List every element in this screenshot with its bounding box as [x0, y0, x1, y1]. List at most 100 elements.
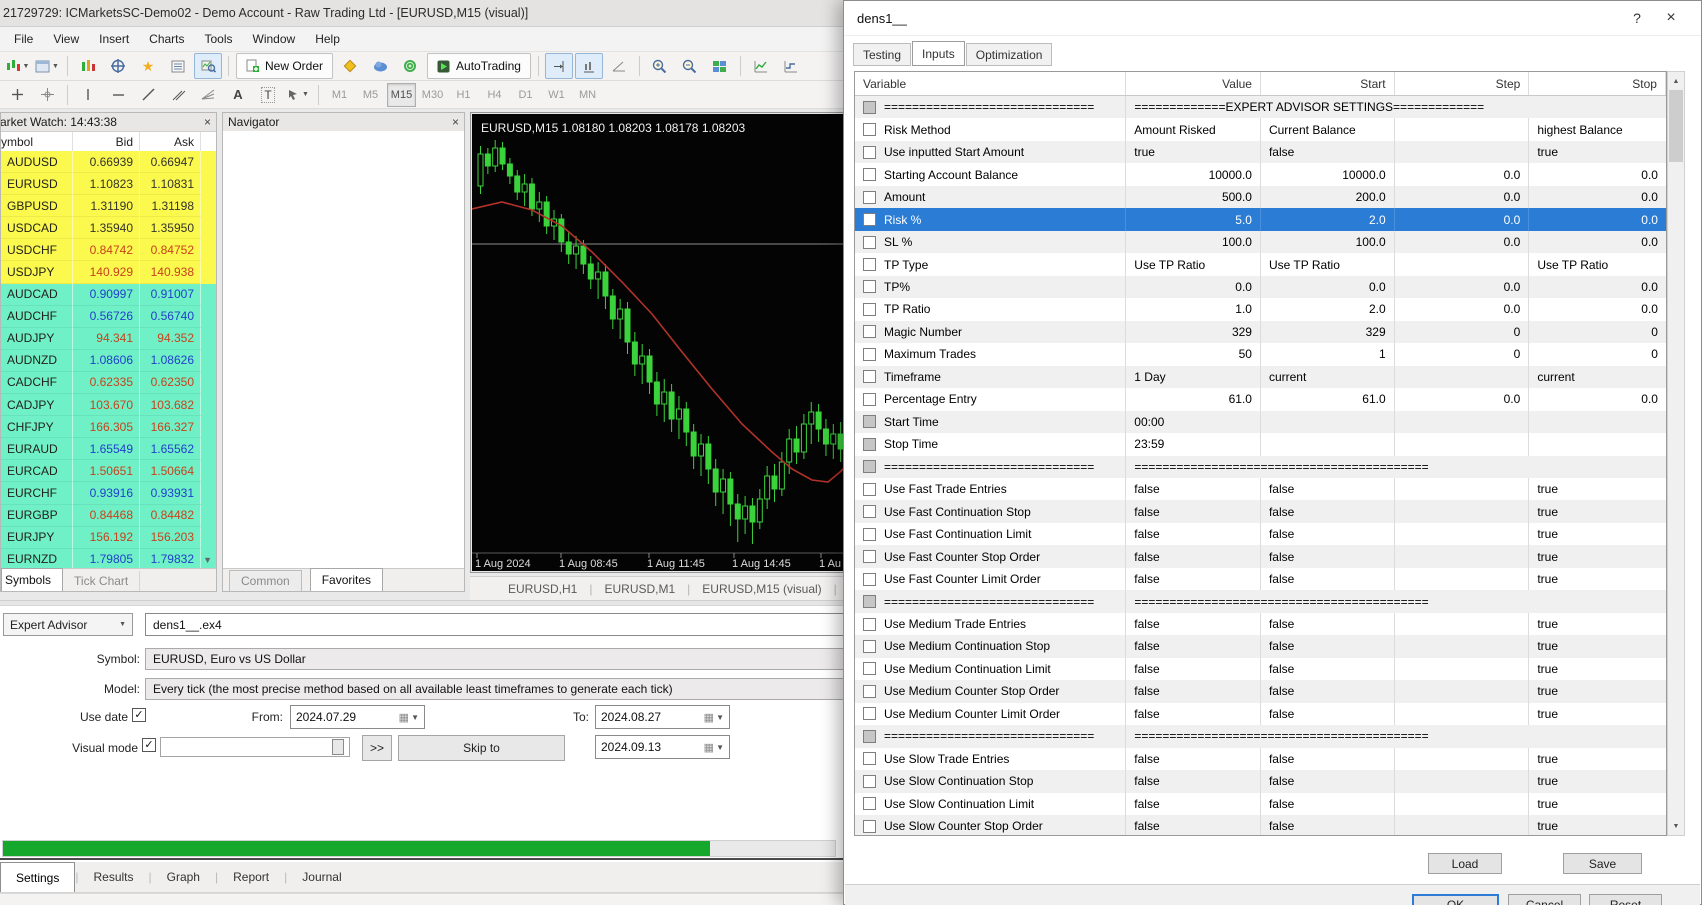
optimize-checkbox[interactable]	[863, 505, 876, 518]
step-cell[interactable]	[1395, 118, 1530, 140]
indicators-button[interactable]	[747, 53, 775, 79]
start-cell[interactable]: 1	[1261, 343, 1395, 365]
optimize-checkbox[interactable]	[863, 393, 876, 406]
input-row[interactable]: Magic Number32932900	[855, 321, 1666, 343]
auto-scroll-button[interactable]	[575, 53, 603, 79]
menu-item-tools[interactable]: Tools	[195, 29, 243, 49]
value-cell[interactable]: Amount Risked	[1126, 118, 1261, 140]
step-cell[interactable]	[1395, 141, 1530, 163]
step-cell[interactable]	[1395, 613, 1530, 635]
chart-tab-2[interactable]: EURUSD,M1	[592, 582, 687, 596]
text-tool[interactable]: A	[224, 82, 252, 108]
value-cell[interactable]: false	[1126, 635, 1261, 657]
input-row[interactable]: Use Fast Continuation Limitfalsefalsetru…	[855, 523, 1666, 545]
start-cell[interactable]: false	[1261, 478, 1395, 500]
to-date-field[interactable]: 2024.08.27 ▦ ▼	[595, 705, 730, 729]
menu-item-file[interactable]: File	[4, 29, 43, 49]
start-cell[interactable]: false	[1261, 500, 1395, 522]
slider-thumb[interactable]	[332, 739, 344, 755]
mw-column-ask[interactable]: Ask	[140, 132, 201, 152]
optimize-checkbox[interactable]	[863, 640, 876, 653]
scroll-up-icon[interactable]: ▲	[1668, 73, 1684, 89]
input-row[interactable]: Risk MethodAmount RiskedCurrent Balanceh…	[855, 118, 1666, 140]
save-button[interactable]: Save	[1563, 853, 1642, 874]
start-cell[interactable]: false	[1261, 658, 1395, 680]
step-cell[interactable]	[1395, 253, 1530, 275]
arrows-tool[interactable]: ▼	[284, 82, 312, 108]
input-row[interactable]: TP TypeUse TP RatioUse TP RatioUse TP Ra…	[855, 253, 1666, 275]
value-cell[interactable]: false	[1126, 815, 1261, 836]
cancel-button[interactable]: Cancel	[1508, 894, 1581, 905]
value-cell[interactable]: 00:00	[1126, 411, 1261, 433]
start-cell[interactable]: false	[1261, 523, 1395, 545]
stop-cell[interactable]: true	[1529, 141, 1666, 163]
input-row[interactable]: ========================================…	[855, 590, 1666, 612]
timeframe-h4[interactable]: H4	[480, 83, 509, 107]
stop-cell[interactable]: highest Balance	[1529, 118, 1666, 140]
stop-cell[interactable]: 0.0	[1529, 298, 1666, 320]
step-cell[interactable]: 0.0	[1395, 163, 1530, 185]
step-cell[interactable]	[1395, 703, 1530, 725]
optimize-checkbox[interactable]	[863, 618, 876, 631]
optimize-checkbox[interactable]	[863, 550, 876, 563]
step-cell[interactable]: 0.0	[1395, 208, 1530, 230]
step-cell[interactable]	[1395, 568, 1530, 590]
value-cell[interactable]: Use TP Ratio	[1126, 253, 1261, 275]
step-cell[interactable]	[1395, 658, 1530, 680]
step-cell[interactable]	[1395, 680, 1530, 702]
optimize-checkbox[interactable]	[863, 685, 876, 698]
optimize-checkbox[interactable]	[863, 820, 876, 833]
optimize-checkbox[interactable]	[863, 101, 876, 114]
tile-windows-button[interactable]	[706, 53, 734, 79]
new-chart-button[interactable]: ▼	[3, 53, 31, 79]
start-cell[interactable]: 61.0	[1261, 388, 1395, 410]
input-row[interactable]: Use Slow Trade Entriesfalsefalsetrue	[855, 748, 1666, 770]
zoom-in-button[interactable]	[646, 53, 674, 79]
profiles-button[interactable]: ▼	[33, 53, 61, 79]
value-cell[interactable]: 500.0	[1126, 186, 1261, 208]
stop-cell[interactable]: true	[1529, 613, 1666, 635]
value-cell[interactable]: 61.0	[1126, 388, 1261, 410]
start-cell[interactable]: false	[1261, 568, 1395, 590]
stop-cell[interactable]: 0	[1529, 343, 1666, 365]
start-cell[interactable]: false	[1261, 793, 1395, 815]
input-row[interactable]: TP%0.00.00.00.0	[855, 276, 1666, 298]
market-watch-row[interactable]: EURGBP0.844680.84482	[1, 505, 216, 527]
value-cell[interactable]: false	[1126, 545, 1261, 567]
horizontal-line-tool[interactable]	[104, 82, 132, 108]
value-cell[interactable]: 1.0	[1126, 298, 1261, 320]
navigator-tab-favorites[interactable]: Favorites	[310, 568, 383, 591]
tester-tab-journal[interactable]: Journal	[287, 862, 356, 892]
value-cell[interactable]: false	[1126, 703, 1261, 725]
market-watch-row[interactable]: EURCAD1.506511.50664	[1, 460, 216, 482]
optimize-checkbox[interactable]	[863, 146, 876, 159]
value-cell[interactable]: false	[1126, 523, 1261, 545]
step-cell[interactable]: 0.0	[1395, 231, 1530, 253]
input-row[interactable]: Use Medium Counter Stop Orderfalsefalset…	[855, 680, 1666, 702]
scrollbar-thumb[interactable]	[1669, 90, 1683, 162]
optimize-checkbox[interactable]	[863, 415, 876, 428]
input-row[interactable]: Use Slow Counter Stop Orderfalsefalsetru…	[855, 815, 1666, 836]
step-cell[interactable]: 0.0	[1395, 298, 1530, 320]
step-cell[interactable]	[1395, 433, 1530, 455]
value-cell[interactable]: 50	[1126, 343, 1261, 365]
input-row[interactable]: ========================================…	[855, 725, 1666, 747]
optimize-checkbox[interactable]	[863, 348, 876, 361]
stop-cell[interactable]: 0.0	[1529, 186, 1666, 208]
input-row[interactable]: Use inputted Start Amounttruefalsetrue	[855, 141, 1666, 163]
start-cell[interactable]: false	[1261, 815, 1395, 836]
start-cell[interactable]: false	[1261, 703, 1395, 725]
close-button[interactable]: ×	[1654, 3, 1688, 33]
navigator-body[interactable]	[223, 131, 464, 569]
chart-tab-1[interactable]: EURUSD,H1	[496, 582, 589, 596]
value-cell[interactable]: 329	[1126, 321, 1261, 343]
inputs-table-scrollbar[interactable]: ▲ ▼	[1667, 71, 1685, 836]
mw-column-bid[interactable]: Bid	[73, 132, 140, 152]
optimize-checkbox[interactable]	[863, 595, 876, 608]
visual-speed-slider[interactable]	[160, 737, 350, 757]
stop-cell[interactable]: 0.0	[1529, 208, 1666, 230]
start-cell[interactable]: false	[1261, 680, 1395, 702]
step-cell[interactable]	[1395, 770, 1530, 792]
value-cell[interactable]: false	[1126, 793, 1261, 815]
stop-cell[interactable]: true	[1529, 500, 1666, 522]
